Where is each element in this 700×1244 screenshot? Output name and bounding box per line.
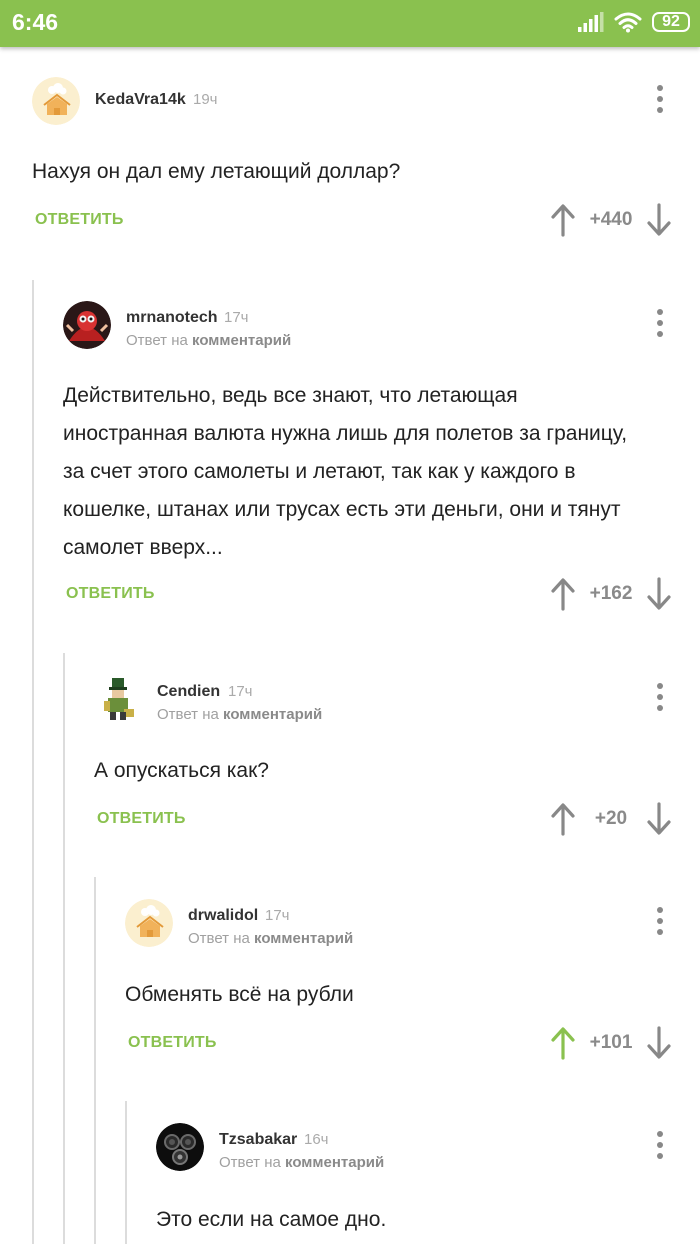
comment: KedaVra14k 19ч Нахуя он дал ему летающий… [32, 77, 700, 247]
vote-control: +440 [550, 200, 672, 240]
battery-level: 92 [662, 13, 680, 30]
upvote-arrow-icon[interactable] [550, 1026, 576, 1060]
rating-count: +20 [594, 808, 628, 829]
username[interactable]: drwalidol [188, 907, 258, 925]
reply-button[interactable]: ОТВЕТИТЬ [66, 585, 155, 603]
reply-target-link[interactable]: комментарий [192, 332, 291, 349]
status-icons: 92 [578, 11, 690, 33]
comment-time: 17ч [265, 907, 290, 924]
reply-target-link[interactable]: комментарий [223, 706, 322, 723]
avatar[interactable] [32, 77, 80, 125]
thread-line [63, 653, 65, 1244]
username[interactable]: Tzsabakar [219, 1131, 297, 1149]
upvote-arrow-icon[interactable] [550, 802, 576, 836]
comment: Tzsabakar 16ч Ответ на комментарий Это е… [156, 1123, 700, 1244]
comment: Cendien 17ч Ответ на комментарий А опуск… [94, 675, 700, 845]
status-bar: 6:46 92 [0, 0, 700, 47]
comment-text: Нахуя он дал ему летающий доллар? [32, 160, 401, 183]
status-time: 6:46 [12, 9, 59, 35]
username[interactable]: Cendien [157, 683, 220, 701]
more-options-icon[interactable] [648, 1131, 672, 1159]
more-options-icon[interactable] [648, 309, 672, 337]
rating-count: +440 [589, 209, 633, 230]
username[interactable]: mrnanotech [126, 309, 218, 327]
avatar[interactable] [156, 1123, 204, 1171]
downvote-arrow-icon[interactable] [646, 577, 672, 611]
reply-prefix: Ответ на [157, 706, 219, 723]
comment-text: Это если на самое дно. [156, 1208, 387, 1231]
reply-button[interactable]: ОТВЕТИТЬ [128, 1034, 217, 1052]
reply-button[interactable]: ОТВЕТИТЬ [97, 810, 186, 828]
avatar[interactable] [63, 301, 111, 349]
battery-indicator: 92 [652, 12, 690, 32]
more-options-icon[interactable] [648, 683, 672, 711]
reply-prefix: Ответ на [219, 1154, 281, 1171]
username[interactable]: KedaVra14k [95, 91, 186, 109]
vote-control: +101 [550, 1023, 672, 1063]
vote-control: +20 [550, 799, 672, 839]
comment-text: Действительно, ведь все знают, что летаю… [63, 384, 628, 559]
reply-prefix: Ответ на [126, 332, 188, 349]
downvote-arrow-icon[interactable] [646, 203, 672, 237]
downvote-arrow-icon[interactable] [646, 802, 672, 836]
reply-to-label: Ответ на комментарий [157, 706, 322, 723]
comment-text: А опускаться как? [94, 759, 269, 782]
thread-line [125, 1101, 127, 1244]
comment: drwalidol 17ч Ответ на комментарий Обмен… [125, 899, 700, 1069]
upvote-arrow-icon[interactable] [550, 203, 576, 237]
more-options-icon[interactable] [648, 907, 672, 935]
signal-icon [578, 12, 604, 32]
avatar[interactable] [125, 899, 173, 947]
more-options-icon[interactable] [648, 85, 672, 113]
thread-line [94, 877, 96, 1244]
gas-mask-avatar-icon [156, 1123, 204, 1171]
reply-to-label: Ответ на комментарий [126, 332, 291, 349]
wifi-icon [614, 12, 642, 33]
comment-time: 17ч [228, 683, 253, 700]
red-character-avatar-icon [63, 301, 111, 349]
comment-time: 16ч [304, 1131, 329, 1148]
downvote-arrow-icon[interactable] [646, 1026, 672, 1060]
pikabu-default-avatar-icon [32, 77, 80, 125]
reply-to-label: Ответ на комментарий [219, 1154, 384, 1171]
upvote-arrow-icon[interactable] [550, 577, 576, 611]
reply-button[interactable]: ОТВЕТИТЬ [35, 211, 124, 229]
pikabu-default-avatar-icon [125, 899, 173, 947]
vote-control: +162 [550, 574, 672, 614]
rating-count: +162 [589, 583, 633, 604]
comment: mrnanotech 17ч Ответ на комментарий Дейс… [63, 301, 700, 621]
reply-target-link[interactable]: комментарий [254, 930, 353, 947]
comment-time: 17ч [224, 309, 249, 326]
reply-to-label: Ответ на комментарий [188, 930, 353, 947]
reply-target-link[interactable]: комментарий [285, 1154, 384, 1171]
comment-text: Обменять всё на рубли [125, 983, 354, 1006]
rating-count: +101 [589, 1032, 633, 1053]
thread-line [32, 280, 34, 1244]
reply-prefix: Ответ на [188, 930, 250, 947]
comment-time: 19ч [193, 91, 218, 108]
avatar[interactable] [94, 675, 142, 723]
pixel-character-avatar-icon [94, 675, 142, 723]
